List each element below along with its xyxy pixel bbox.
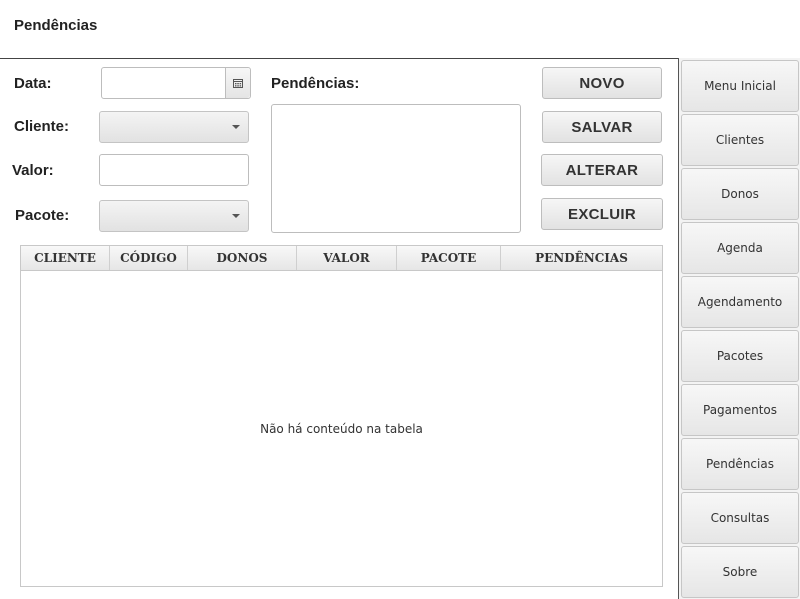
excluir-button[interactable]: EXCLUIR (541, 198, 663, 230)
column-header-cliente[interactable]: CLIENTE (21, 246, 110, 270)
date-field[interactable] (101, 67, 251, 99)
chevron-down-icon (232, 214, 240, 218)
pacote-select[interactable] (99, 200, 249, 232)
data-label: Data: (14, 75, 52, 92)
date-picker-button[interactable] (225, 68, 250, 98)
valor-input[interactable] (99, 154, 249, 186)
novo-button[interactable]: NOVO (542, 67, 662, 99)
sidebar-item-agenda[interactable]: Agenda (681, 222, 799, 274)
cliente-select[interactable] (99, 111, 249, 143)
pendencias-label: Pendências: (271, 75, 360, 92)
sidebar: Menu Inicial Clientes Donos Agenda Agend… (678, 58, 800, 599)
column-header-codigo[interactable]: CÓDIGO (110, 246, 188, 270)
table-empty-message: Não há conteúdo na tabela (260, 422, 423, 436)
sidebar-item-agendamento[interactable]: Agendamento (681, 276, 799, 328)
column-header-valor[interactable]: VALOR (297, 246, 397, 270)
pacote-label: Pacote: (15, 207, 70, 224)
table-header: CLIENTE CÓDIGO DONOS VALOR PACOTE PENDÊN… (21, 246, 662, 271)
alterar-button[interactable]: ALTERAR (541, 154, 663, 186)
sidebar-item-menu-inicial[interactable]: Menu Inicial (681, 60, 799, 112)
cliente-label: Cliente: (14, 118, 70, 135)
sidebar-item-sobre[interactable]: Sobre (681, 546, 799, 598)
column-header-donos[interactable]: DONOS (188, 246, 297, 270)
sidebar-item-pendencias[interactable]: Pendências (681, 438, 799, 490)
pendencias-textarea[interactable] (271, 104, 521, 233)
chevron-down-icon (232, 125, 240, 129)
column-header-pacote[interactable]: PACOTE (397, 246, 501, 270)
page-title: Pendências (14, 17, 98, 34)
sidebar-item-clientes[interactable]: Clientes (681, 114, 799, 166)
sidebar-item-consultas[interactable]: Consultas (681, 492, 799, 544)
salvar-button[interactable]: SALVAR (542, 111, 662, 143)
pendencias-table[interactable]: CLIENTE CÓDIGO DONOS VALOR PACOTE PENDÊN… (20, 245, 663, 587)
sidebar-item-pacotes[interactable]: Pacotes (681, 330, 799, 382)
valor-label: Valor: (12, 162, 54, 179)
calendar-icon (233, 79, 243, 88)
sidebar-item-donos[interactable]: Donos (681, 168, 799, 220)
sidebar-item-pagamentos[interactable]: Pagamentos (681, 384, 799, 436)
column-header-pendencias[interactable]: PENDÊNCIAS (501, 246, 662, 270)
